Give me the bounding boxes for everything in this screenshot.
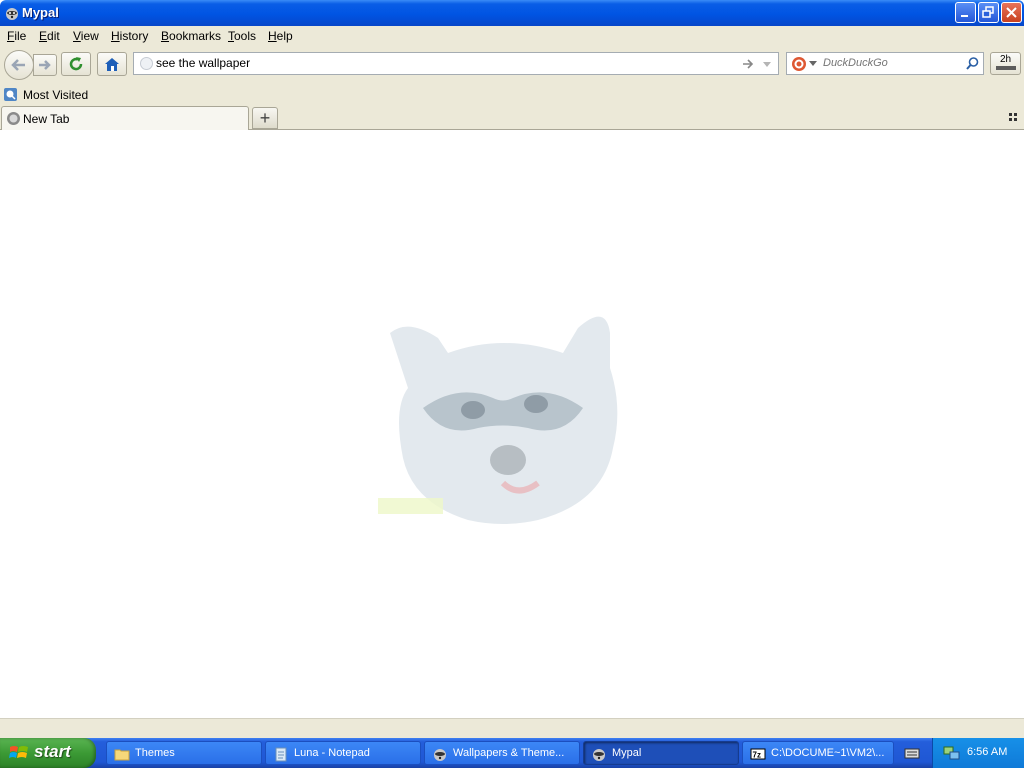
keyboard-icon[interactable] — [904, 746, 920, 760]
tab-new-tab[interactable]: New Tab — [1, 106, 249, 130]
reload-icon — [69, 57, 83, 71]
task-notepad[interactable]: Luna - Notepad — [265, 741, 421, 765]
dropdown-arrow-icon[interactable] — [761, 58, 773, 70]
back-button[interactable] — [4, 50, 34, 80]
task-label: C:\DOCUME~1\VM2\... — [771, 747, 885, 759]
start-button[interactable]: start — [0, 738, 96, 768]
restore-icon — [982, 6, 994, 18]
task-mypal[interactable]: Mypal — [583, 741, 739, 765]
raccoon-icon — [593, 749, 605, 761]
tab-label: New Tab — [23, 112, 70, 126]
menu-tools[interactable]: Tools — [228, 29, 256, 43]
raccoon-icon — [6, 8, 18, 20]
address-bar[interactable] — [133, 52, 779, 75]
taskbar: start Themes Luna - Notepad Wallpapers &… — [0, 738, 1024, 768]
notepad-icon — [275, 747, 287, 762]
page-globe-icon — [140, 57, 153, 70]
menu-edit[interactable]: Edit — [39, 29, 60, 43]
extension-button[interactable]: 2h — [990, 52, 1021, 75]
close-icon — [1006, 7, 1017, 18]
plus-icon: + — [259, 108, 271, 128]
svg-text:7z: 7z — [753, 751, 761, 760]
system-tray: 6:56 AM — [932, 738, 1024, 768]
minimize-icon — [961, 15, 968, 17]
window-titlebar[interactable]: Mypal — [0, 0, 1024, 26]
windows-logo-icon — [9, 746, 28, 758]
bookmarks-toolbar: Most Visited — [0, 86, 1024, 106]
network-icon[interactable] — [943, 745, 961, 761]
duckduckgo-icon[interactable] — [791, 56, 807, 72]
most-visited-icon — [4, 88, 17, 101]
search-icon[interactable] — [965, 56, 980, 71]
search-bar[interactable] — [786, 52, 984, 75]
tab-strip: New Tab + — [0, 106, 1024, 130]
menu-help[interactable]: Help — [268, 29, 293, 43]
extension-bar — [996, 66, 1016, 70]
home-icon — [105, 58, 119, 71]
go-arrow-icon[interactable] — [741, 57, 755, 71]
minimize-button[interactable] — [955, 2, 976, 23]
clock[interactable]: 6:56 AM — [967, 746, 1007, 758]
restore-button[interactable] — [978, 2, 999, 23]
7zip-icon: 7z — [750, 748, 766, 760]
search-input[interactable] — [823, 57, 963, 69]
page-content — [0, 130, 1024, 718]
close-button[interactable] — [1001, 2, 1022, 23]
mypal-raccoon-logo — [378, 316, 618, 524]
extension-label: 2h — [1000, 54, 1012, 65]
url-input[interactable] — [156, 56, 716, 70]
reload-button[interactable] — [61, 52, 91, 76]
menubar: File Edit View History Bookmarks Tools H… — [0, 26, 1024, 46]
task-label: Wallpapers & Theme... — [453, 747, 565, 759]
engine-dropdown-icon[interactable] — [809, 61, 817, 67]
folder-icon — [114, 749, 130, 761]
task-7zip[interactable]: 7z C:\DOCUME~1\VM2\... — [742, 741, 894, 765]
home-button[interactable] — [97, 52, 127, 76]
menu-bookmarks[interactable]: Bookmarks — [161, 29, 221, 43]
forward-button[interactable] — [33, 54, 57, 76]
raccoon-icon — [434, 749, 446, 761]
forward-arrow-icon — [39, 60, 51, 70]
new-tab-button[interactable]: + — [252, 107, 278, 129]
list-all-tabs-icon[interactable] — [1009, 113, 1019, 123]
task-label: Themes — [135, 747, 175, 759]
menu-file[interactable]: File — [7, 29, 26, 43]
menu-view[interactable]: View — [73, 29, 99, 43]
menu-history[interactable]: History — [111, 29, 148, 43]
window-title: Mypal — [22, 5, 59, 20]
task-label: Mypal — [612, 747, 642, 759]
tab-favicon-icon — [7, 112, 20, 125]
start-label: start — [34, 742, 71, 761]
status-bar — [0, 718, 1024, 738]
task-label: Luna - Notepad — [294, 747, 370, 759]
task-wallpapers[interactable]: Wallpapers & Theme... — [424, 741, 580, 765]
most-visited-label: Most Visited — [23, 88, 89, 102]
back-arrow-icon — [11, 59, 25, 71]
task-themes[interactable]: Themes — [106, 741, 262, 765]
